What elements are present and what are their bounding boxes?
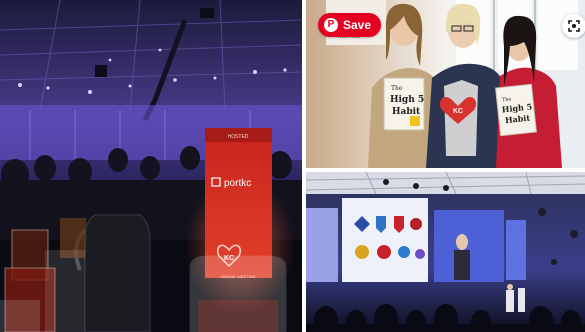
book-left-line1: The <box>391 85 403 92</box>
book-right-line1: The <box>502 96 512 103</box>
book-left-line3: Habit <box>392 107 421 117</box>
visual-search-button[interactable] <box>562 14 585 38</box>
save-button-label: Save <box>343 18 372 32</box>
pinterest-logo-icon: P <box>324 18 338 32</box>
sign-brand-text: portkc <box>224 178 251 189</box>
conference-stage-scene <box>306 172 585 332</box>
book-left-line2: High 5 <box>390 95 424 105</box>
book-left: The High 5 Habit <box>383 77 425 131</box>
book-right: The High 5 Habit <box>495 83 537 137</box>
save-button[interactable]: P Save <box>318 13 382 37</box>
shirt-logo-text: KC <box>453 108 463 115</box>
lens-icon <box>568 20 580 32</box>
gala-dinner-photo[interactable]: HOSTED portkc KC ANNUAL MEETING <box>0 0 302 332</box>
conference-stage-photo[interactable] <box>306 172 585 332</box>
sports-logos-screen <box>342 198 428 282</box>
gala-dinner-scene: HOSTED portkc KC ANNUAL MEETING <box>0 0 302 332</box>
sign-top-text: HOSTED <box>228 134 249 140</box>
